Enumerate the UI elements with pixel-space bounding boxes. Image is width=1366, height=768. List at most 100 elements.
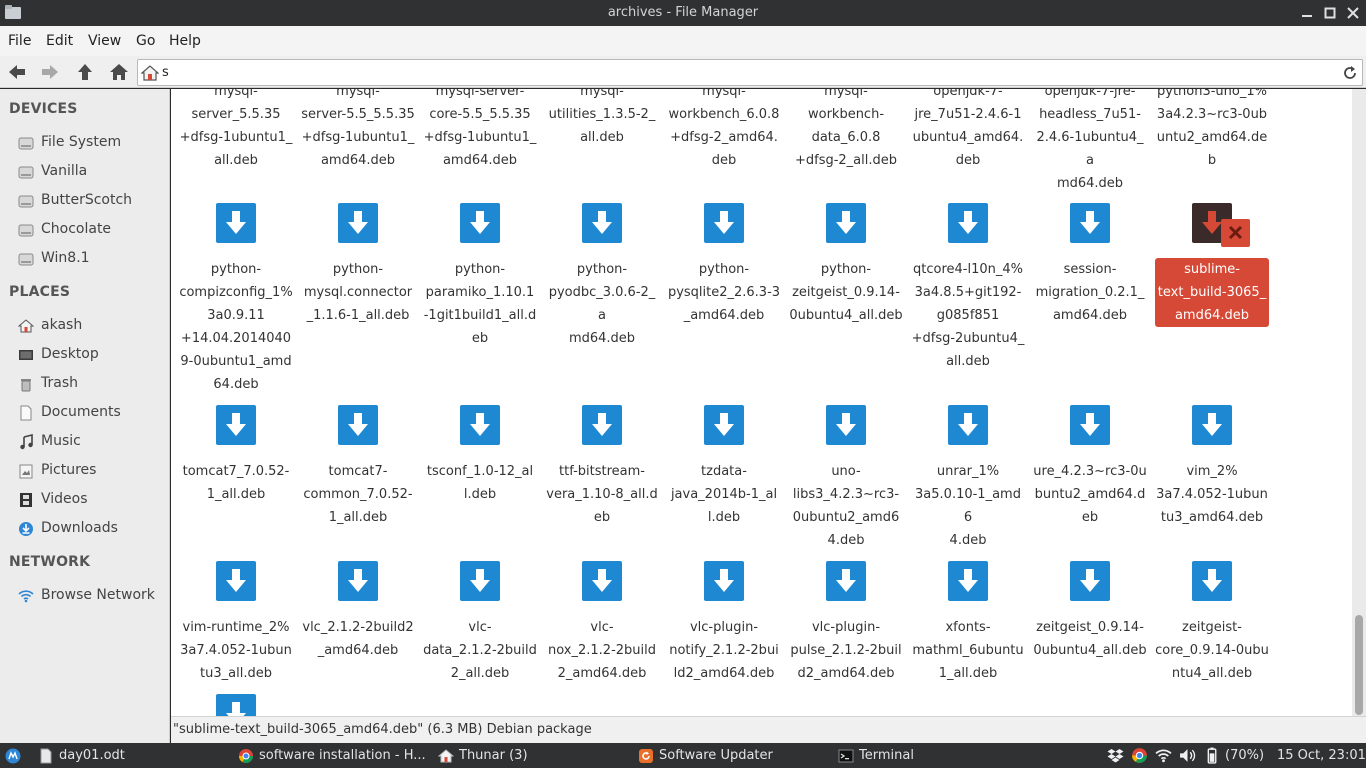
chrome-icon (239, 749, 253, 763)
close-window-button[interactable] (1344, 4, 1362, 22)
scrollbar-thumb[interactable] (1355, 615, 1363, 715)
file-name: mysql-server-core-5.5_5.5.35 +dfsg-1ubunt… (423, 89, 537, 168)
menu-help[interactable]: Help (169, 33, 201, 49)
task-label: Terminal (859, 748, 914, 763)
package-icon (1192, 561, 1232, 601)
minimize-button[interactable] (1298, 4, 1316, 22)
volume-icon[interactable] (1179, 747, 1196, 764)
package-icon (216, 203, 256, 243)
window-title: archives - File Manager (607, 5, 759, 20)
sidebar-item-pictures[interactable]: Pictures (18, 460, 168, 482)
download-icon (19, 522, 33, 536)
file-icon-view[interactable]: mysql-server_5.5.35 +dfsg-1ubuntu1_ all.de… (171, 89, 1352, 716)
sidebar-item-browse-network[interactable]: Browse Network (18, 585, 168, 607)
file-name: ttf-bitstream-vera_1.10-8_all.d eb (546, 464, 658, 525)
dropbox-icon[interactable] (1107, 747, 1124, 764)
wifi-icon (18, 590, 34, 603)
file-name: mysql-workbench-data_6.0.8 +dfsg-2_all.de… (794, 89, 898, 168)
menu-bar: File Edit View Go Help (0, 26, 1366, 56)
sidebar-item-downloads[interactable]: Downloads (18, 518, 168, 540)
package-icon (460, 405, 500, 445)
sidebar-item-label: Pictures (41, 462, 97, 478)
package-icon (582, 203, 622, 243)
file-name: tsconf_1.0-12_al l.deb (426, 464, 534, 502)
menu-go[interactable]: Go (136, 33, 155, 49)
sidebar-item-trash[interactable]: Trash (18, 373, 168, 395)
package-icon (338, 405, 378, 445)
up-button[interactable] (74, 61, 96, 83)
package-icon (826, 561, 866, 601)
reload-icon[interactable] (1341, 64, 1359, 82)
task-software-updater[interactable]: Software Updater (638, 746, 818, 766)
chrome-icon[interactable] (1131, 747, 1148, 764)
sidebar-item-label: Win8.1 (41, 250, 90, 266)
file-name: python-compizconfig_1% 3a0.9.11 +14.04.201… (179, 262, 293, 392)
task-day01[interactable]: day01.odt (38, 746, 218, 766)
sidebar-item-win81[interactable]: Win8.1 (18, 248, 168, 270)
clock[interactable]: 15 Oct, 23:01 (1277, 748, 1366, 763)
sidebar-item-label: akash (41, 317, 83, 333)
close-icon (1347, 7, 1359, 19)
file-name: python-paramiko_1.10.1 -1git1build1_all.d… (423, 262, 537, 346)
sidebar-item-label: Desktop (41, 346, 99, 362)
file-name: tomcat7_7.0.52- 1_all.deb (182, 464, 290, 502)
menu-edit[interactable]: Edit (46, 33, 73, 49)
file-name: sublime-text_build-3065_ amd64.deb (1155, 258, 1269, 327)
back-button[interactable] (6, 61, 28, 83)
location-bar[interactable]: s (137, 59, 1363, 86)
file-name: vlc-plugin-pulse_2.1.2-2buil d2_amd64.deb (790, 620, 902, 681)
forward-button[interactable] (39, 61, 61, 83)
sidebar-item-music[interactable]: Music (18, 431, 168, 453)
menu-file[interactable]: File (8, 33, 31, 49)
package-icon (948, 203, 988, 243)
home-folder-icon (18, 319, 34, 333)
sidebar-item-chocolate[interactable]: Chocolate (18, 219, 168, 241)
package-icon (216, 405, 256, 445)
arrow-left-icon (9, 65, 25, 79)
pictures-icon (19, 464, 33, 479)
sidebar-item-desktop[interactable]: Desktop (18, 344, 168, 366)
task-thunar[interactable]: Thunar (3) (438, 746, 618, 766)
task-browser[interactable]: software installation - H... (238, 746, 433, 766)
vertical-scrollbar[interactable] (1352, 89, 1366, 716)
task-terminal[interactable]: Terminal (838, 746, 1018, 766)
status-bar: "sublime-text_build-3065_amd64.deb" (6.3… (171, 716, 1366, 743)
home-button[interactable] (108, 61, 130, 83)
sidebar-item-documents[interactable]: Documents (18, 402, 168, 424)
package-icon (338, 561, 378, 601)
package-icon (1192, 405, 1232, 445)
file-name: vlc-data_2.1.2-2build 2_all.deb (423, 620, 537, 681)
task-label: Software Updater (659, 748, 773, 763)
sidebar-item-label: Browse Network (41, 587, 155, 603)
sidebar-item-akash[interactable]: akash (18, 315, 168, 337)
updater-icon (639, 749, 653, 763)
title-bar: archives - File Manager (0, 0, 1366, 26)
file-name: session-migration_0.2.1_ amd64.deb (1035, 262, 1145, 323)
devices-header: DEVICES (9, 101, 78, 117)
package-icon (216, 694, 256, 716)
home-folder-icon (438, 749, 454, 763)
package-icon (460, 203, 500, 243)
battery-icon[interactable] (1203, 747, 1220, 764)
package-icon (704, 405, 744, 445)
sidebar-item-file-system[interactable]: File System (18, 132, 168, 154)
location-input[interactable]: s (162, 65, 169, 80)
sidebar-item-label: Documents (41, 404, 121, 420)
sidebar-item-vanilla[interactable]: Vanilla (18, 161, 168, 183)
package-icon (704, 203, 744, 243)
drive-icon (18, 137, 34, 150)
sidebar-item-label: ButterScotch (41, 192, 133, 208)
sidebar-item-videos[interactable]: Videos (18, 489, 168, 511)
file-name: mysql-server_5.5.35 +dfsg-1ubuntu1_ all.de… (179, 89, 293, 168)
wifi-icon[interactable] (1155, 747, 1172, 764)
file-name: python3-uno_1% 3a4.2.3~rc3-0ub untu2_amd64… (1156, 89, 1268, 168)
start-menu-button[interactable] (3, 746, 25, 766)
package-icon (826, 405, 866, 445)
film-icon (20, 493, 32, 507)
maximize-button[interactable] (1321, 4, 1339, 22)
package-icon (582, 405, 622, 445)
file-name: tomcat7- common_7.0.52- 1_all.deb (303, 464, 413, 525)
menu-view[interactable]: View (88, 33, 121, 49)
sidebar-item-butterscotch[interactable]: ButterScotch (18, 190, 168, 212)
file-name: python-zeitgeist_0.9.14- 0ubuntu4_all.deb (789, 262, 903, 323)
